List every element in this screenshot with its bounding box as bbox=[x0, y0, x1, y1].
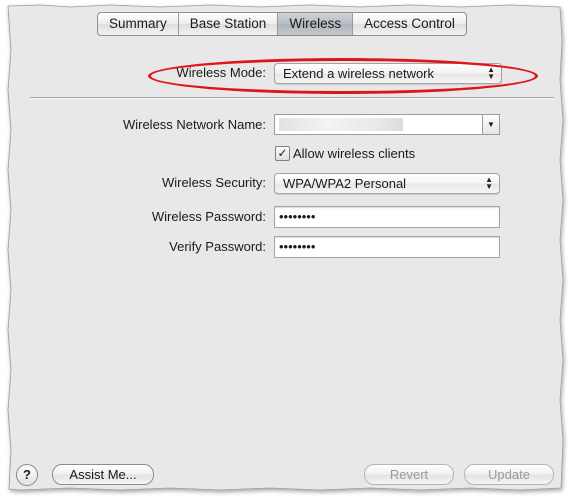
allow-clients-checkbox[interactable]: ✓ bbox=[275, 146, 290, 161]
password-dots: •••••••• bbox=[279, 209, 316, 224]
network-name-combo[interactable]: ▼ bbox=[274, 114, 500, 135]
tab-summary[interactable]: Summary bbox=[98, 13, 179, 35]
wireless-mode-label: Wireless Mode: bbox=[176, 65, 266, 80]
verify-password-label: Verify Password: bbox=[169, 239, 266, 254]
tab-bar: Summary Base Station Wireless Access Con… bbox=[97, 12, 467, 36]
assist-me-button[interactable]: Assist Me... bbox=[52, 464, 154, 485]
verify-password-field[interactable]: •••••••• bbox=[274, 236, 500, 258]
help-button[interactable]: ? bbox=[16, 464, 38, 486]
updown-arrows-icon: ▲ ▼ bbox=[485, 175, 493, 191]
wireless-security-value: WPA/WPA2 Personal bbox=[283, 176, 407, 191]
wireless-mode-value: Extend a wireless network bbox=[283, 66, 435, 81]
wireless-security-label: Wireless Security: bbox=[161, 175, 266, 190]
tab-wireless[interactable]: Wireless bbox=[278, 13, 354, 35]
update-button[interactable]: Update bbox=[464, 464, 554, 485]
tab-base-station[interactable]: Base Station bbox=[179, 13, 279, 35]
wireless-password-field[interactable]: •••••••• bbox=[274, 206, 500, 228]
chevron-down-icon[interactable]: ▼ bbox=[482, 115, 499, 134]
tab-access-control[interactable]: Access Control bbox=[353, 13, 466, 35]
wireless-security-popup[interactable]: WPA/WPA2 Personal ▲ ▼ bbox=[274, 173, 500, 194]
wireless-password-label: Wireless Password: bbox=[151, 209, 266, 224]
allow-clients-label: Allow wireless clients bbox=[293, 146, 416, 161]
wireless-mode-popup[interactable]: Extend a wireless network ▲ ▼ bbox=[274, 63, 502, 84]
updown-arrows-icon: ▲ ▼ bbox=[487, 65, 495, 81]
network-name-value bbox=[279, 118, 403, 131]
revert-button[interactable]: Revert bbox=[364, 464, 454, 485]
separator bbox=[30, 97, 554, 99]
network-name-label: Wireless Network Name: bbox=[122, 117, 266, 132]
verify-dots: •••••••• bbox=[279, 239, 316, 254]
